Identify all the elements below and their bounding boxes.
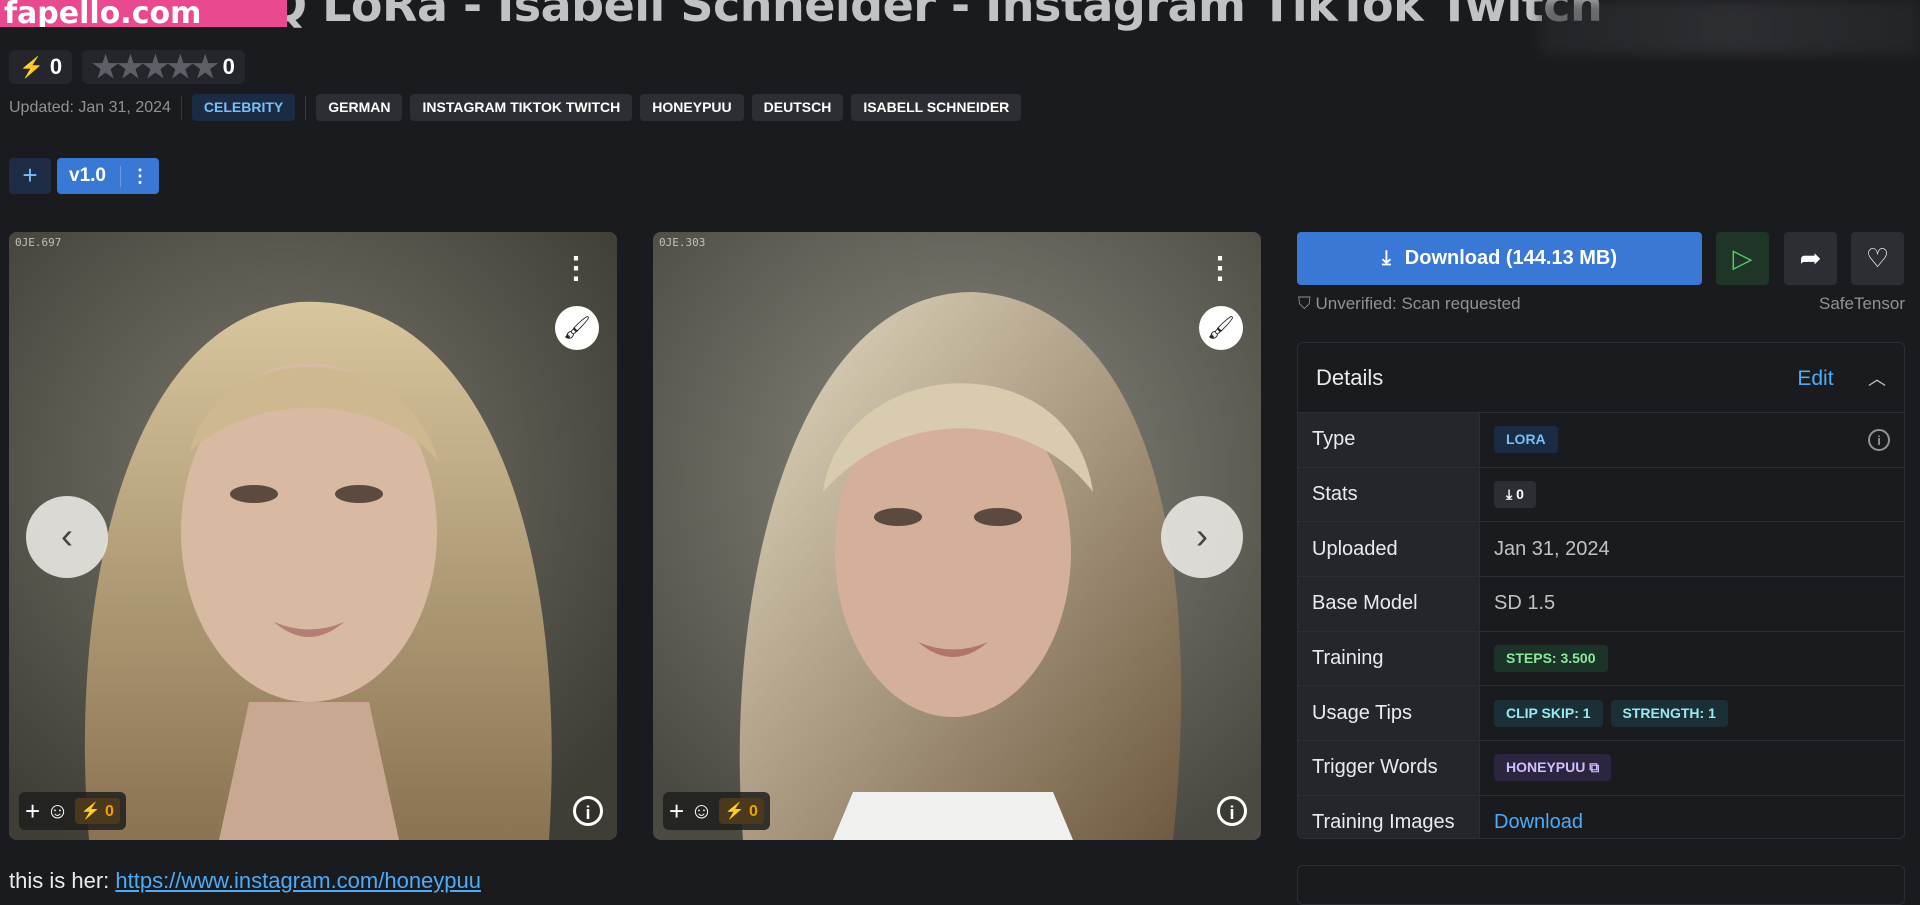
row-label: Training [1298, 631, 1480, 686]
details-panel: Details Edit ︿ Type LORA i Stats ⤓ 0 Upl… [1297, 342, 1905, 839]
blurred-area [1540, 0, 1920, 55]
strength-badge: STRENGTH: 1 [1610, 699, 1728, 727]
divider [305, 95, 307, 120]
row-label: Type [1298, 413, 1480, 467]
details-row-training-images: Training Images Download [1298, 795, 1904, 838]
page-title: HQ LoRa - Isabell Schneider - Instagram … [230, 0, 1603, 32]
clip-skip-badge: CLIP SKIP: 1 [1494, 699, 1603, 727]
more-menu-icon[interactable]: ⋮ [561, 254, 591, 284]
tag-german[interactable]: GERMAN [316, 94, 403, 121]
download-count: 0 [1516, 486, 1524, 503]
base-model-value: SD 1.5 [1494, 592, 1556, 615]
updated-date: Updated: Jan 31, 2024 [9, 98, 171, 116]
details-row-trigger-words: Trigger Words HONEYPUU ⧉ [1298, 741, 1904, 796]
remix-brush-icon[interactable]: 🖌 [555, 306, 599, 350]
row-label: Usage Tips [1298, 686, 1480, 741]
download-button[interactable]: ⤓ Download (144.13 MB) [1297, 232, 1702, 285]
chevron-up-icon[interactable]: ︿ [1868, 369, 1886, 389]
description: this is her: https://www.instagram.com/h… [9, 868, 481, 894]
details-row-stats: Stats ⤓ 0 [1298, 467, 1904, 523]
share-button[interactable]: ➦ [1784, 232, 1837, 285]
add-reaction-icon[interactable]: + [669, 796, 684, 827]
description-text: this is her: [9, 868, 116, 893]
download-stat-badge: ⤓ 0 [1494, 481, 1536, 509]
details-heading: Details [1316, 364, 1384, 390]
row-label: Base Model [1298, 577, 1480, 631]
share-icon: ➦ [1799, 243, 1822, 273]
info-icon[interactable]: i [1868, 428, 1890, 451]
row-label: Uploaded [1298, 522, 1480, 577]
watermark-logo: fapello.com [0, 0, 287, 27]
info-icon[interactable]: i [1217, 796, 1247, 826]
meta-row: Updated: Jan 31, 2024 CELEBRITY GERMAN I… [9, 94, 1022, 121]
buzz-reaction[interactable]: ⚡ 0 [74, 798, 120, 824]
favorite-button[interactable]: ♡ [1851, 232, 1904, 285]
copy-icon[interactable]: ⧉ [1589, 759, 1599, 775]
image-code: 0JE.303 [659, 236, 706, 249]
heart-icon: ♡ [1865, 243, 1890, 273]
row-label: Training Images [1298, 795, 1480, 838]
edit-link[interactable]: Edit [1797, 367, 1833, 390]
tag-deutsch[interactable]: DEUTSCH [751, 94, 844, 121]
scan-status: Unverified: Scan requested [1315, 294, 1521, 313]
remix-brush-icon[interactable]: 🖌 [1199, 306, 1243, 350]
details-row-training: Training STEPS: 3.500 [1298, 631, 1904, 687]
version-row: + v1.0 ⋮ [9, 158, 159, 194]
details-row-base-model: Base Model SD 1.5 [1298, 577, 1904, 632]
download-icon: ⤓ [1506, 486, 1513, 503]
buzz-count: 0 [49, 54, 63, 79]
star-icons: ★★★★★ [92, 50, 218, 84]
tag-celebrity[interactable]: CELEBRITY [191, 94, 296, 121]
image-code: 0JE.697 [15, 236, 62, 249]
carousel-prev-button[interactable]: ‹ [26, 496, 108, 578]
reaction-bar[interactable]: + ☺ ⚡ 0 [19, 792, 126, 830]
tag-honeypuu[interactable]: HONEYPUU [640, 94, 744, 121]
smile-icon[interactable]: ☺ [46, 798, 68, 824]
scan-status-row: ⛉ Unverified: Scan requested SafeTensor [1298, 294, 1905, 314]
type-badge: LORA [1494, 426, 1558, 454]
star-rating-pill[interactable]: ★★★★★ 0 [82, 50, 245, 84]
tag-instagram-tiktok-twitch[interactable]: INSTAGRAM TIKTOK TWITCH [410, 94, 633, 121]
add-version-button[interactable]: + [9, 158, 51, 194]
steps-badge: STEPS: 3.500 [1494, 645, 1608, 673]
trigger-word: HONEYPUU [1506, 759, 1586, 776]
divider [180, 95, 182, 120]
reaction-count: 0 [105, 803, 114, 820]
download-label: Download (144.13 MB) [1404, 247, 1618, 269]
rating-row: ⚡ 0 ★★★★★ 0 [9, 50, 245, 84]
instagram-link[interactable]: https://www.instagram.com/honeypuu [115, 868, 481, 893]
trigger-word-badge[interactable]: HONEYPUU ⧉ [1494, 754, 1612, 782]
row-label: Stats [1298, 467, 1480, 522]
uploaded-date: Jan 31, 2024 [1494, 537, 1610, 560]
row-label: Trigger Words [1298, 741, 1480, 795]
lightning-icon: ⚡ [19, 56, 44, 79]
version-label: v1.0 [69, 165, 106, 186]
details-row-usage-tips: Usage Tips CLIP SKIP: 1 STRENGTH: 1 [1298, 686, 1904, 742]
play-icon: ▷ [1732, 243, 1753, 273]
file-format: SafeTensor [1819, 294, 1905, 313]
smile-icon[interactable]: ☺ [690, 798, 712, 824]
version-menu-icon[interactable]: ⋮ [119, 165, 159, 187]
buzz-pill[interactable]: ⚡ 0 [9, 50, 73, 84]
details-row-uploaded: Uploaded Jan 31, 2024 [1298, 522, 1904, 578]
tag-isabell-schneider[interactable]: ISABELL SCHNEIDER [851, 94, 1022, 121]
reaction-bar[interactable]: + ☺ ⚡ 0 [663, 792, 770, 830]
run-play-button[interactable]: ▷ [1716, 232, 1769, 285]
info-icon[interactable]: i [573, 796, 603, 826]
shield-off-icon: ⛉ [1298, 294, 1311, 313]
next-panel [1297, 865, 1905, 905]
version-button[interactable]: v1.0 ⋮ [57, 158, 159, 194]
training-images-download-link[interactable]: Download [1494, 811, 1583, 834]
carousel-next-button[interactable]: › [1161, 496, 1243, 578]
download-icon: ⤓ [1381, 247, 1391, 269]
reaction-count: 0 [749, 803, 758, 820]
buzz-reaction[interactable]: ⚡ 0 [718, 798, 764, 824]
review-count: 0 [222, 54, 235, 79]
more-menu-icon[interactable]: ⋮ [1205, 254, 1235, 284]
details-row-type: Type LORA i [1298, 413, 1904, 468]
details-header[interactable]: Details Edit ︿ [1298, 343, 1904, 413]
add-reaction-icon[interactable]: + [25, 796, 40, 827]
